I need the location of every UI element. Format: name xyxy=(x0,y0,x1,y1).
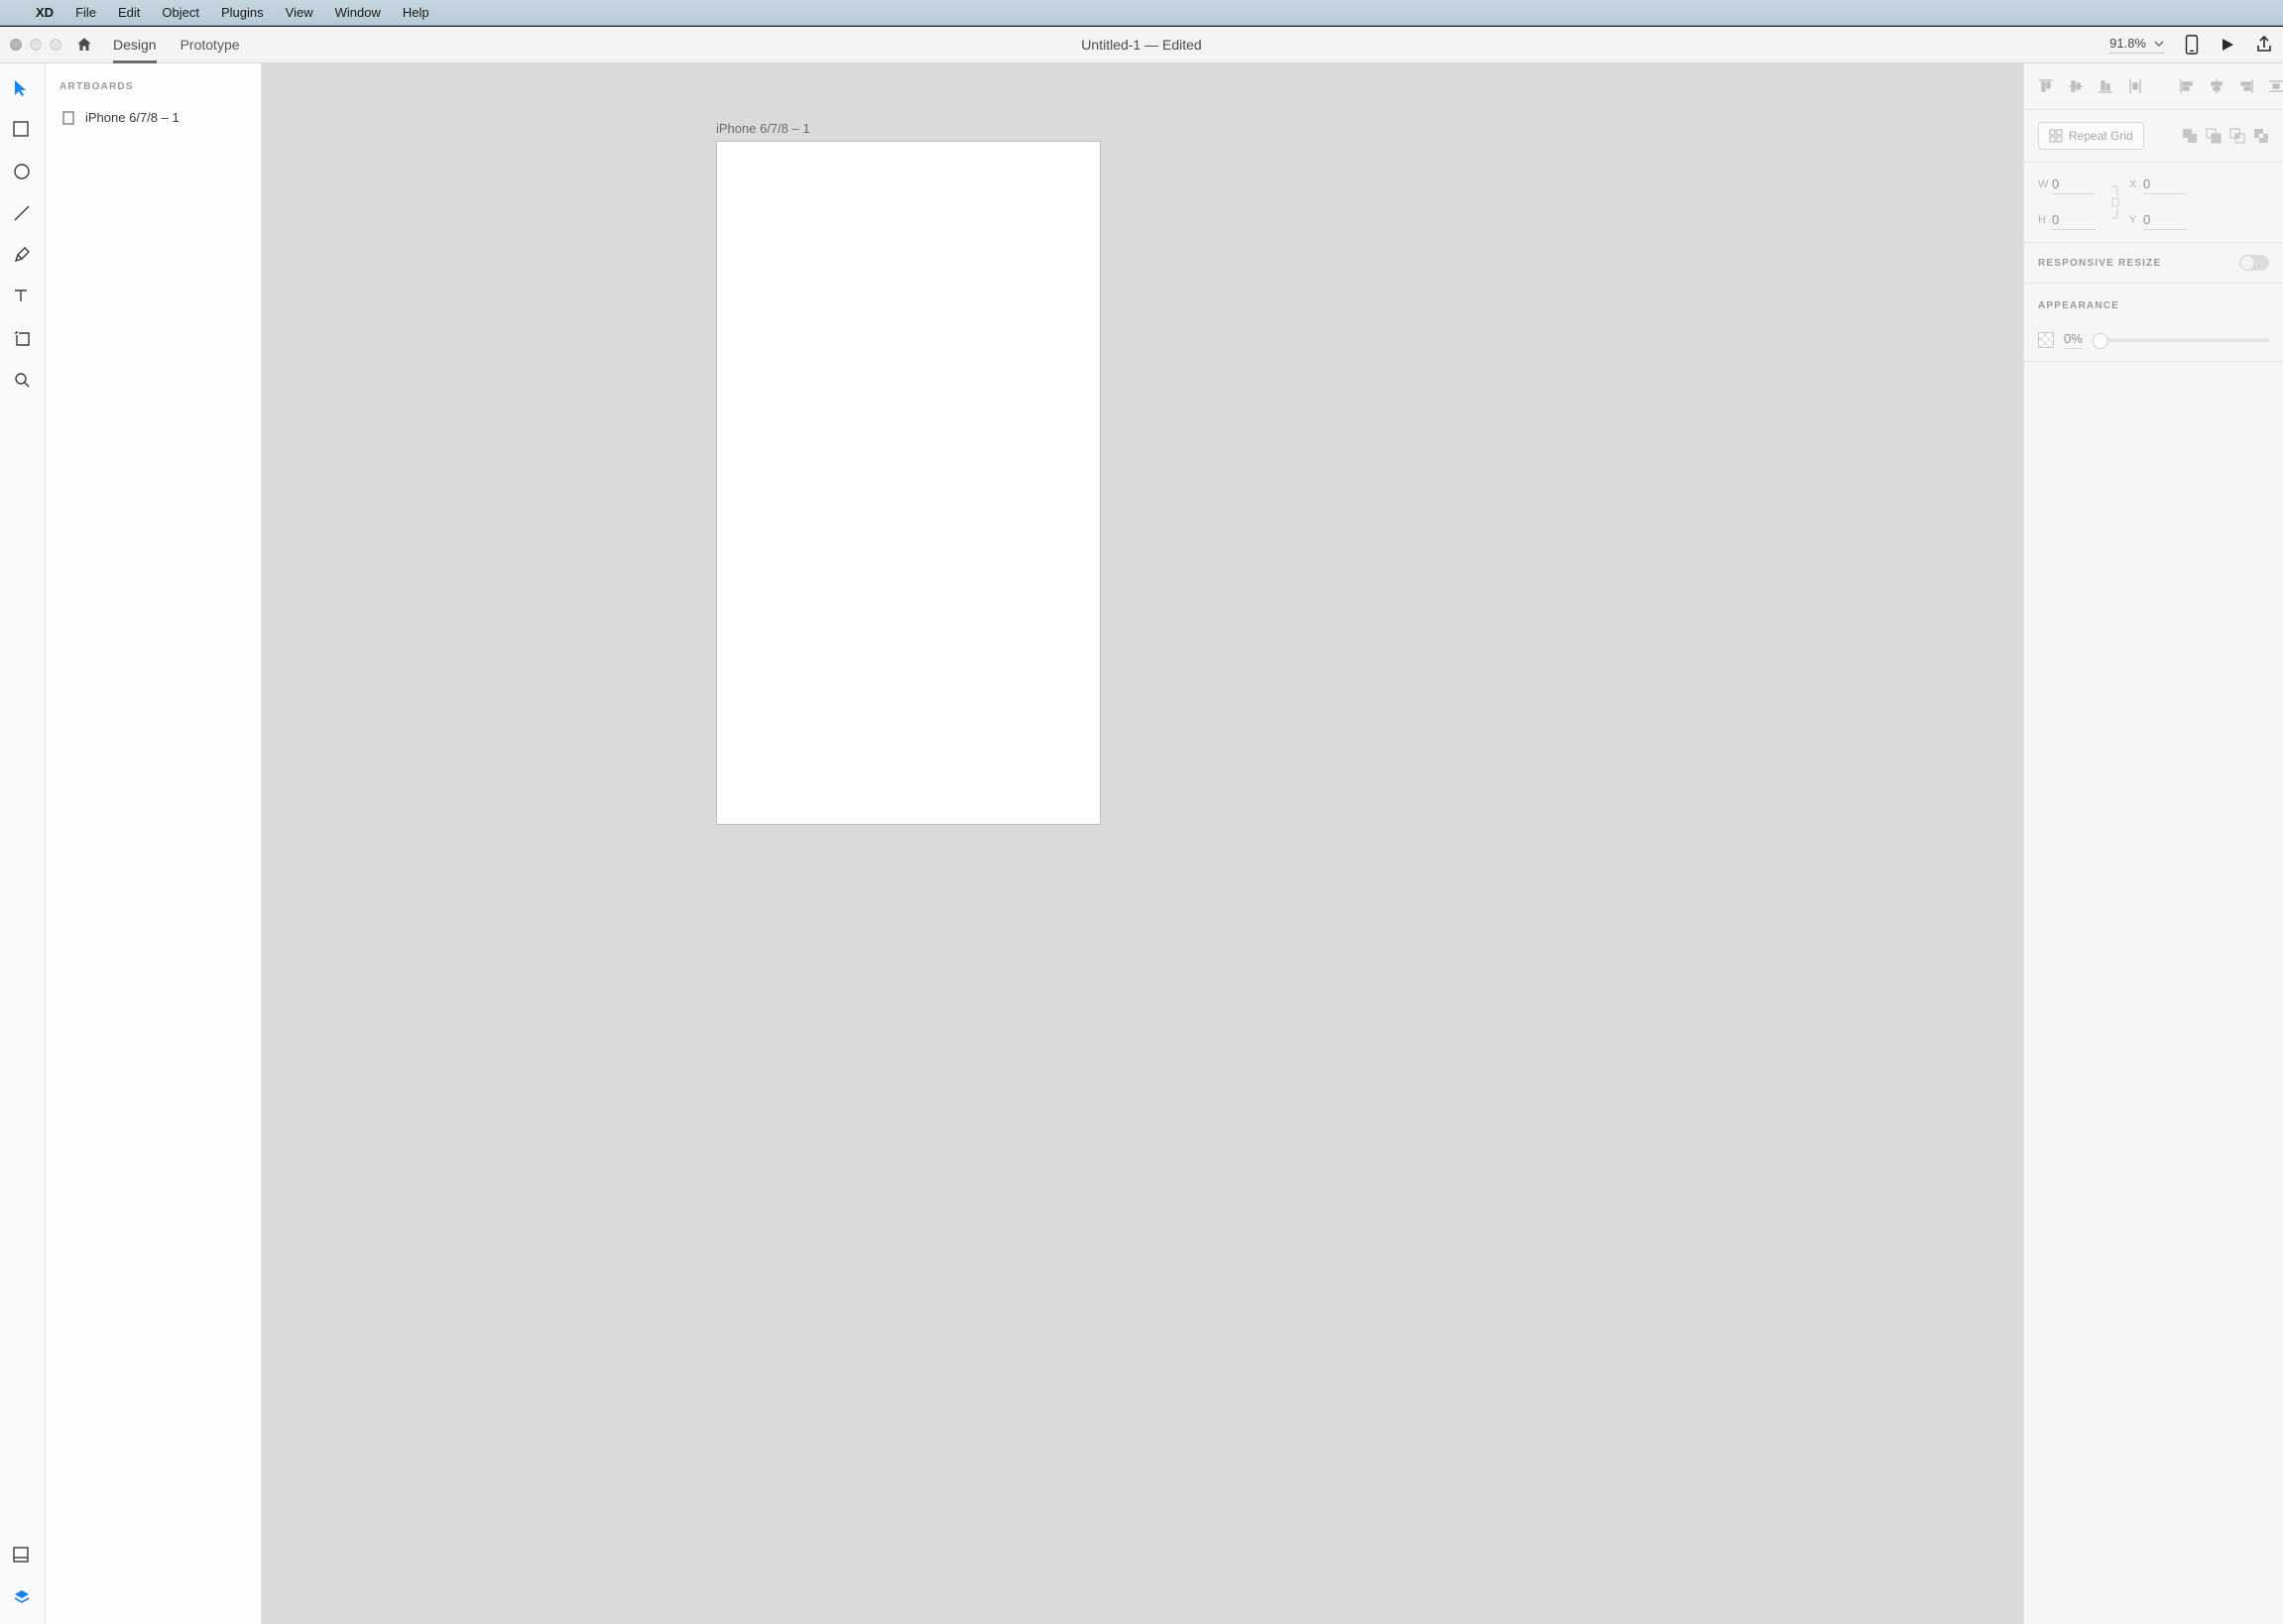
h-label: H xyxy=(2038,214,2052,226)
opacity-slider[interactable] xyxy=(2093,338,2269,342)
align-vcenter-icon[interactable] xyxy=(2068,78,2084,94)
traffic-close[interactable] xyxy=(10,39,22,51)
align-hcenter-icon[interactable] xyxy=(2209,78,2224,94)
mac-menubar: XD File Edit Object Plugins View Window … xyxy=(0,0,2283,26)
document-title: Untitled-1 — Edited xyxy=(1081,37,1201,53)
window-controls xyxy=(10,39,61,51)
line-tool[interactable] xyxy=(13,204,33,224)
menu-help[interactable]: Help xyxy=(403,5,429,20)
play-preview-button[interactable] xyxy=(2220,37,2235,53)
x-input[interactable] xyxy=(2143,174,2187,194)
y-input[interactable] xyxy=(2143,210,2187,230)
bool-intersect-icon[interactable] xyxy=(2229,128,2245,144)
zoom-control[interactable]: 91.8% xyxy=(2109,36,2164,54)
menu-file[interactable]: File xyxy=(75,5,96,20)
artboard[interactable] xyxy=(716,141,1101,825)
rectangle-tool[interactable] xyxy=(13,121,33,141)
device-preview-button[interactable] xyxy=(2184,35,2200,55)
width-input[interactable] xyxy=(2052,174,2096,194)
home-button[interactable] xyxy=(75,36,93,54)
menu-plugins[interactable]: Plugins xyxy=(221,5,264,20)
align-left-icon[interactable] xyxy=(2179,78,2195,94)
menu-object[interactable]: Object xyxy=(162,5,199,20)
boolean-ops xyxy=(2182,128,2269,144)
responsive-resize-toggle[interactable] xyxy=(2239,255,2269,271)
inspector-panel: Repeat Grid W X H xyxy=(2023,63,2283,1624)
bool-union-icon[interactable] xyxy=(2182,128,2198,144)
tool-strip xyxy=(0,63,46,1624)
repeat-grid-label: Repeat Grid xyxy=(2069,129,2133,143)
bool-exclude-icon[interactable] xyxy=(2253,128,2269,144)
appearance-label: APPEARANCE xyxy=(2038,300,2119,311)
mode-tabs: Design Prototype xyxy=(113,27,240,63)
artboard-tool[interactable] xyxy=(13,329,33,349)
app-toolbar: Design Prototype Untitled-1 — Edited 91.… xyxy=(0,26,2283,63)
menu-view[interactable]: View xyxy=(286,5,313,20)
artboard-label[interactable]: iPhone 6/7/8 – 1 xyxy=(716,121,810,136)
bool-subtract-icon[interactable] xyxy=(2206,128,2222,144)
main-area: ARTBOARDS iPhone 6/7/8 – 1 iPhone 6/7/8 … xyxy=(0,63,2283,1624)
transform-controls: W X H Y xyxy=(2038,174,2269,230)
menu-edit[interactable]: Edit xyxy=(118,5,140,20)
ellipse-tool[interactable] xyxy=(13,163,33,182)
w-label: W xyxy=(2038,178,2052,190)
repeat-grid-button[interactable]: Repeat Grid xyxy=(2038,122,2144,150)
zoom-value: 91.8% xyxy=(2109,36,2146,51)
align-bottom-icon[interactable] xyxy=(2098,78,2113,94)
share-button[interactable] xyxy=(2255,36,2273,54)
zoom-tool[interactable] xyxy=(13,371,33,391)
assets-panel-button[interactable] xyxy=(13,1547,33,1566)
align-top-icon[interactable] xyxy=(2038,78,2054,94)
lock-aspect-icon[interactable] xyxy=(2102,180,2129,224)
opacity-control: 0% xyxy=(2038,331,2269,349)
distribute-h-icon[interactable] xyxy=(2268,78,2283,94)
distribute-v-icon[interactable] xyxy=(2127,78,2143,94)
opacity-swatch-icon xyxy=(2038,332,2054,348)
layer-item-label: iPhone 6/7/8 – 1 xyxy=(85,110,180,125)
traffic-max[interactable] xyxy=(50,39,61,51)
tab-prototype[interactable]: Prototype xyxy=(180,27,240,63)
x-label: X xyxy=(2129,178,2143,190)
chevron-down-icon xyxy=(2154,39,2164,49)
layer-item[interactable]: iPhone 6/7/8 – 1 xyxy=(60,106,247,129)
responsive-resize-label: RESPONSIVE RESIZE xyxy=(2038,258,2161,269)
traffic-min[interactable] xyxy=(30,39,42,51)
layers-panel-button[interactable] xyxy=(13,1588,33,1608)
layers-heading: ARTBOARDS xyxy=(60,81,247,92)
text-tool[interactable] xyxy=(13,288,33,307)
align-controls xyxy=(2038,75,2269,97)
opacity-value[interactable]: 0% xyxy=(2064,331,2083,349)
artboard-icon xyxy=(61,111,75,125)
tab-design[interactable]: Design xyxy=(113,27,157,63)
layers-panel: ARTBOARDS iPhone 6/7/8 – 1 xyxy=(46,63,262,1624)
select-tool[interactable] xyxy=(13,79,33,99)
menu-window[interactable]: Window xyxy=(335,5,381,20)
height-input[interactable] xyxy=(2052,210,2096,230)
canvas[interactable]: iPhone 6/7/8 – 1 xyxy=(262,63,2023,1624)
align-right-icon[interactable] xyxy=(2238,78,2254,94)
y-label: Y xyxy=(2129,214,2143,226)
pen-tool[interactable] xyxy=(13,246,33,266)
grid-icon xyxy=(2049,129,2063,143)
menu-app[interactable]: XD xyxy=(36,5,54,20)
